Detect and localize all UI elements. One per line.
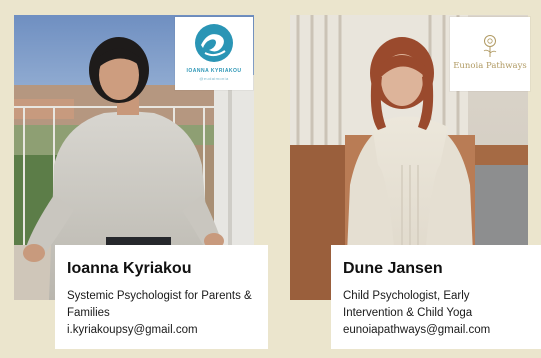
logo-title: Eunoia Pathways (453, 61, 527, 71)
page: IOANNA KYRIAKOU @eudaimonia Eunoia Pathw… (0, 0, 541, 358)
person-email[interactable]: i.kyriakoupsy@gmail.com (67, 322, 256, 339)
logo-title: IOANNA KYRIAKOU (186, 68, 242, 74)
caption-card-ioanna: Ioanna Kyriakou Systemic Psychologist fo… (55, 245, 268, 349)
wave-logo-icon (195, 24, 233, 62)
person-role: Child Psychologist, Early Intervention &… (343, 290, 473, 319)
logo-subtitle: @eudaimonia (199, 76, 229, 81)
flower-logo-icon (483, 35, 497, 57)
person-name: Ioanna Kyriakou (67, 260, 192, 277)
person-role: Systemic Psychologist for Parents & Fami… (67, 290, 252, 319)
person-name: Dune Jansen (343, 260, 443, 277)
logo-card-eunoia: Eunoia Pathways (450, 17, 530, 91)
person-email[interactable]: eunoiapathways@gmail.com (343, 322, 529, 339)
logo-card-ioanna: IOANNA KYRIAKOU @eudaimonia (175, 17, 253, 90)
caption-card-dune: Dune Jansen Child Psychologist, Early In… (331, 245, 541, 349)
